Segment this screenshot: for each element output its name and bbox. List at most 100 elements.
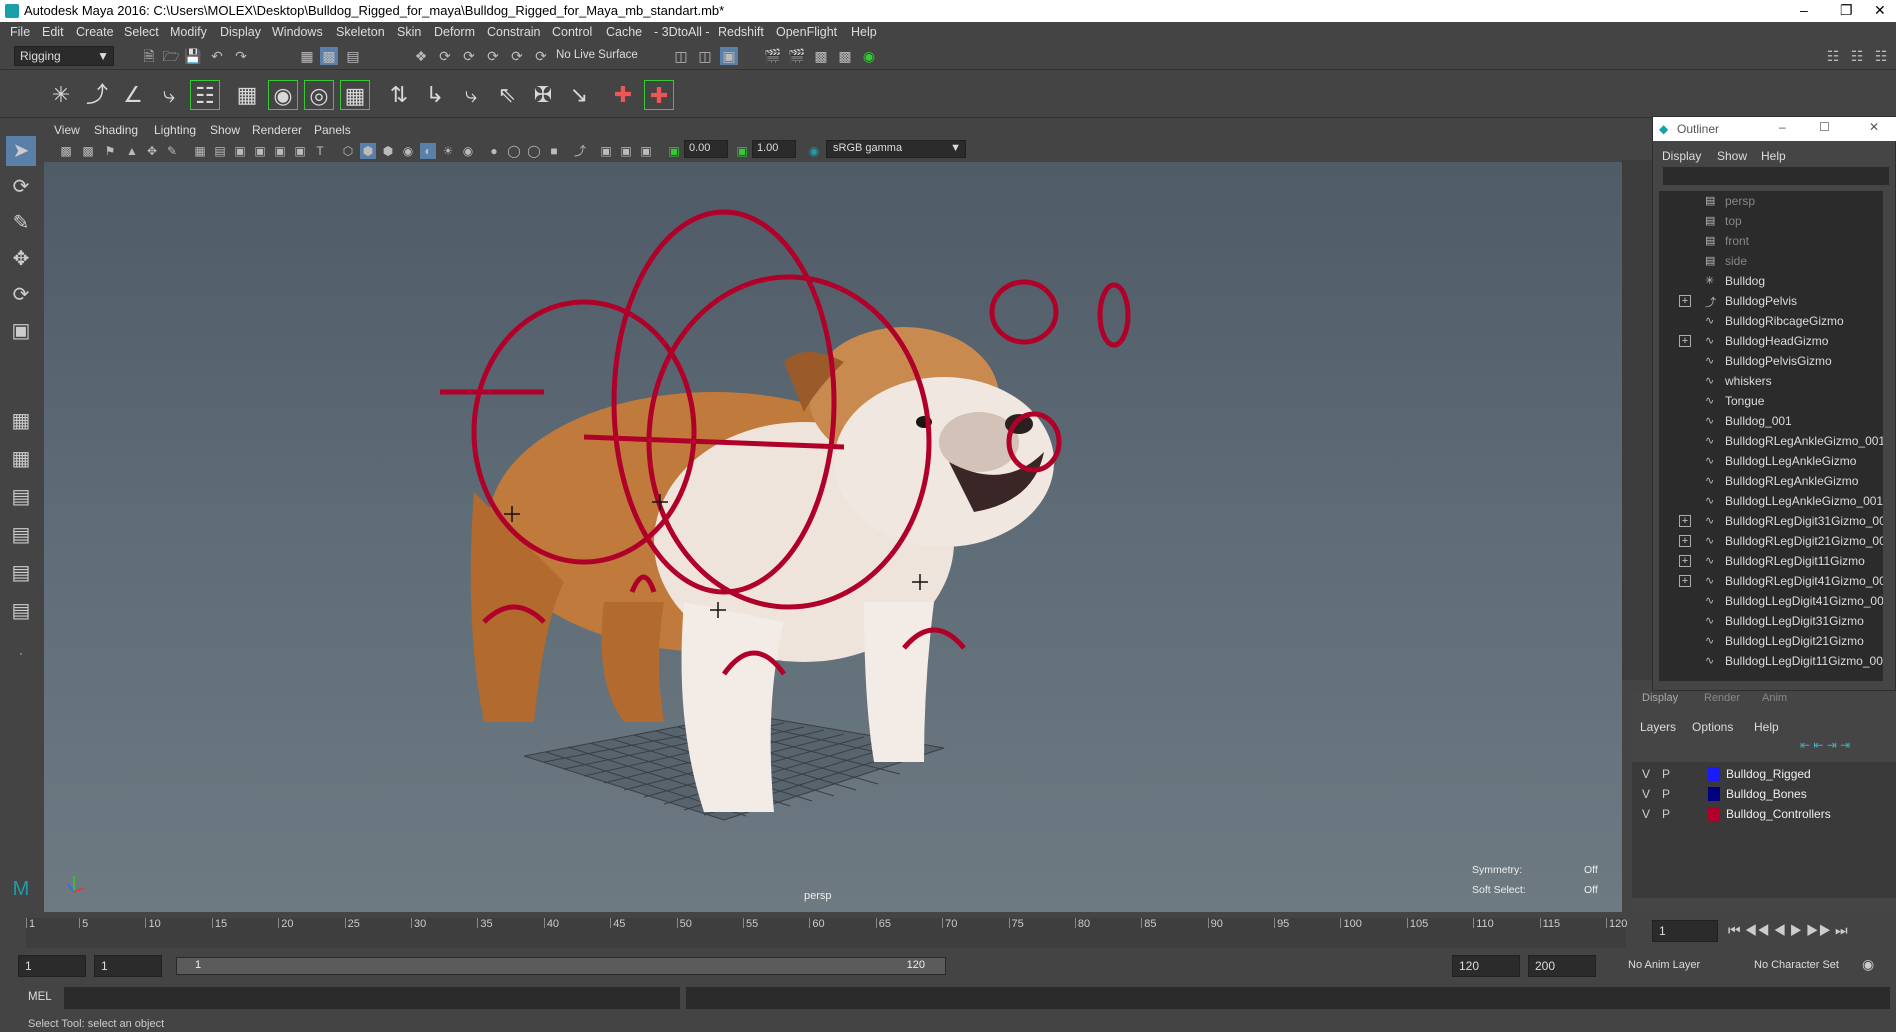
snap-view-icon[interactable]: ⟳ [484,47,502,65]
layer-name[interactable]: Bulldog_Rigged [1726,767,1811,781]
wire-icon[interactable]: ▦ [340,80,370,110]
expand-icon[interactable]: + [1679,535,1691,547]
parent-constraint-icon[interactable]: ⇅ [384,80,414,110]
resolution-gate-icon[interactable]: ▣ [232,143,248,159]
layer-visibility[interactable]: V [1642,787,1650,801]
outliner-item[interactable]: ∿ Bulldog_001 [1659,411,1883,431]
layer-row[interactable]: V P Bulldog_Controllers [1632,804,1896,824]
timeline-ruler[interactable]: 1 5 10 15 20 25 30 35 40 45 50 55 60 65 70 75 80 85 90 95 10… [26,918,1627,948]
backface-icon[interactable]: ▣ [638,143,654,159]
outliner-item[interactable]: ∿ BulldogLLegAnkleGizmo_001 [1659,491,1883,511]
range-slider[interactable]: 1 120 [176,957,946,975]
grease-pencil-icon[interactable]: ✎ [164,143,180,159]
lasso-tool-icon[interactable]: ⟳ [6,172,36,202]
outliner-item[interactable]: ∿ BulldogRLegAnkleGizmo [1659,471,1883,491]
menu-create[interactable]: Create [76,25,114,39]
undo-icon[interactable]: ↶ [208,47,226,65]
isolate-select-icon[interactable]: ■ [546,143,562,159]
rotate-tool-icon[interactable]: ⟳ [6,280,36,310]
single-perspective-icon[interactable]: ▦ [6,406,36,436]
insert-joint-icon[interactable]: ⤴ [82,80,112,110]
paint-select-icon[interactable]: ✎ [6,208,36,238]
outliner-item[interactable]: + ∿ BulldogRLegDigit41Gizmo_001 [1659,571,1883,591]
outliner-item[interactable]: ▤ top [1659,211,1883,231]
layer-row[interactable]: V P Bulldog_Bones [1632,784,1896,804]
close-icon[interactable]: ✕ [1874,2,1886,19]
camera-select-icon[interactable]: ▩ [58,143,74,159]
menu-windows[interactable]: Windows [272,25,323,39]
aim-constraint-icon[interactable]: ✠ [528,80,558,110]
outliner-item[interactable]: ∿ BulldogLLegDigit21Gizmo [1659,631,1883,651]
expand-icon[interactable]: + [1679,555,1691,567]
xray-icon[interactable]: ⤴ [572,143,588,159]
shadows-icon[interactable]: ☀ [440,143,456,159]
gamma-field[interactable]: 1.00 [752,140,796,158]
current-frame-field[interactable]: 1 [1652,920,1718,942]
persp-graph-icon[interactable]: ▤ [6,520,36,550]
layout-more-icon[interactable]: · [6,638,36,668]
joint-tool-icon[interactable]: ✳ [46,80,76,110]
layer-tab-render[interactable]: Render [1704,692,1740,704]
ik-handle-icon[interactable]: ∠ [118,80,148,110]
outliner-item[interactable]: ∿ BulldogRLegAnkleGizmo_001 [1659,431,1883,451]
xray-active-icon[interactable]: ▣ [618,143,634,159]
menu-modify[interactable]: Modify [170,25,207,39]
character-set-dropdown[interactable]: No Character Set [1754,959,1839,971]
outliner-search-input[interactable] [1663,167,1889,185]
outliner-menu-help[interactable]: Help [1761,149,1786,163]
menu-control[interactable]: Control [552,25,592,39]
attribute-editor-icon[interactable]: ☷ [1824,47,1842,65]
outliner-menu-show[interactable]: Show [1717,149,1747,163]
color-management-icon[interactable]: ◉ [806,143,822,159]
menu-deform[interactable]: Deform [434,25,475,39]
outliner-item[interactable]: + ∿ BulldogRLegDigit31Gizmo_001 [1659,511,1883,531]
vp-menu-renderer[interactable]: Renderer [252,123,302,137]
create-control-icon[interactable]: ✚ [644,80,674,110]
render-view-icon[interactable]: 🎬 [764,47,782,65]
safe-title-icon[interactable]: T [312,143,328,159]
layer-menu-help[interactable]: Help [1754,720,1779,734]
ambient-occlusion-icon[interactable]: ◉ [460,143,476,159]
menu-skeleton[interactable]: Skeleton [336,25,385,39]
menu-file[interactable]: File [10,25,30,39]
new-scene-icon[interactable]: 🗎 [140,47,158,65]
move-tool-icon[interactable]: ✥ [6,244,36,274]
select-object-icon[interactable]: ▩ [320,47,338,65]
xray-joints-icon[interactable]: ▣ [598,143,614,159]
outliner-item[interactable]: + ⤴ BulldogPelvis [1659,291,1883,311]
layer-visibility[interactable]: V [1642,807,1650,821]
wireframe-on-shaded-icon[interactable]: ⬢ [380,143,396,159]
tool-settings-icon[interactable]: ☷ [1872,47,1890,65]
outliner-item[interactable]: ∿ BulldogLLegDigit31Gizmo [1659,611,1883,631]
menu-edit[interactable]: Edit [42,25,64,39]
persp-outliner-icon[interactable]: ▤ [6,482,36,512]
lattice-icon[interactable]: ▦ [232,80,262,110]
select-hierarchy-icon[interactable]: ▦ [298,47,316,65]
outliner-item[interactable]: ∿ BulldogLLegAnkleGizmo [1659,451,1883,471]
layer-playback[interactable]: P [1662,807,1670,821]
motion-blur-icon[interactable]: ● [486,143,502,159]
menu-3dtoall[interactable]: - 3DtoAll - [654,25,710,39]
pole-vector-icon[interactable]: ↘ [564,80,594,110]
field-chart-icon[interactable]: ▣ [272,143,288,159]
menu-select[interactable]: Select [124,25,159,39]
menu-skin[interactable]: Skin [397,25,421,39]
outliner-item[interactable]: ∿ BulldogRibcageGizmo [1659,311,1883,331]
outliner-item[interactable]: ▤ side [1659,251,1883,271]
layer-color-swatch[interactable] [1708,807,1720,821]
snap-point-icon[interactable]: ⟳ [460,47,478,65]
vp-menu-show[interactable]: Show [210,123,240,137]
anti-aliasing-icon[interactable]: ◯ [506,143,522,159]
anim-layer-dropdown[interactable]: No Anim Layer [1628,959,1700,971]
outliner-item[interactable]: ∿ BulldogLLegDigit11Gizmo_001 [1659,651,1883,671]
outliner-item[interactable]: + ∿ BulldogHeadGizmo [1659,331,1883,351]
select-component-icon[interactable]: ▤ [344,47,362,65]
menu-openflight[interactable]: OpenFlight [776,25,837,39]
layer-row[interactable]: V P Bulldog_Rigged [1632,764,1896,784]
hypershade-icon[interactable]: ◉ [860,47,878,65]
outliner-item[interactable]: ∿ BulldogPelvisGizmo [1659,351,1883,371]
render-current-icon[interactable]: 🎬 [788,47,806,65]
gate-mask-icon[interactable]: ▣ [252,143,268,159]
outliner-item[interactable]: ∿ Tongue [1659,391,1883,411]
locator-icon[interactable]: ✚ [608,80,638,110]
